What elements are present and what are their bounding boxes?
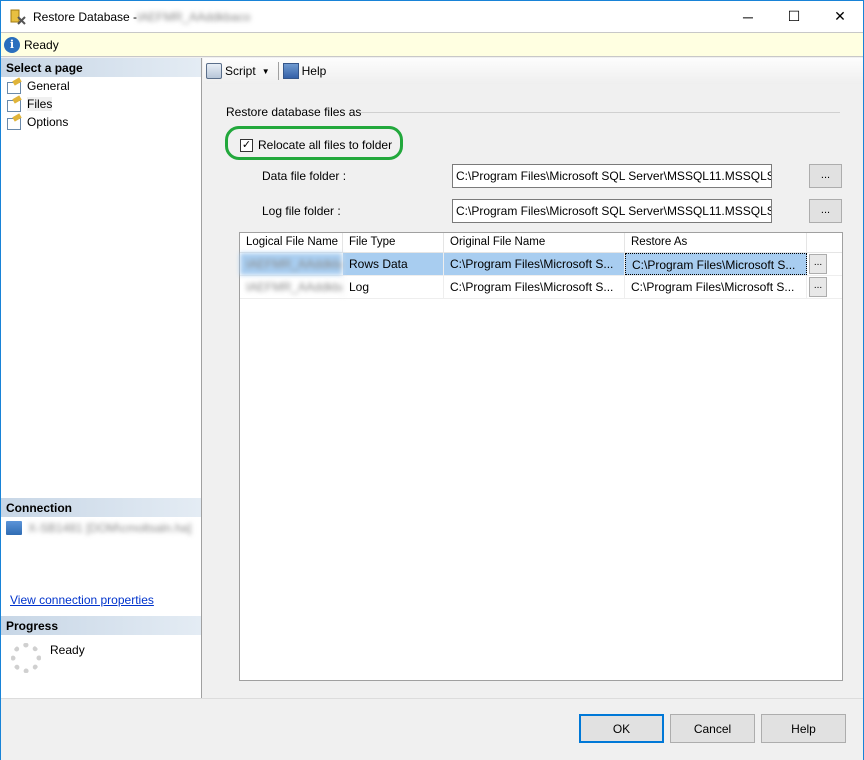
relocate-checkbox[interactable]: ✓ Relocate all files to folder [240, 138, 392, 152]
grid-header: Logical File Name File Type Original Fil… [240, 233, 842, 253]
restore-as-browse-button[interactable]: ... [809, 277, 827, 297]
maximize-button[interactable]: ☐ [771, 1, 817, 32]
dropdown-arrow-icon[interactable]: ▼ [262, 67, 270, 76]
files-page: Script ▼ Help Restore database files as ✓… [203, 58, 863, 698]
help-toolbar-button[interactable]: Help [282, 63, 327, 79]
restore-database-icon [10, 9, 26, 25]
file-type-cell: Rows Data [343, 253, 444, 275]
group-divider [360, 112, 840, 113]
group-label: Restore database files as [226, 105, 362, 119]
page-general[interactable]: General [1, 77, 201, 95]
page-icon [6, 97, 22, 112]
relocate-label: Relocate all files to folder [258, 138, 393, 152]
connection-header: Connection [1, 498, 201, 517]
progress-header: Progress [1, 616, 201, 635]
column-header[interactable]: Restore As [625, 233, 807, 252]
log-folder-input[interactable]: C:\Program Files\Microsoft SQL Server\MS… [452, 199, 772, 223]
script-icon [206, 63, 222, 79]
original-file-cell: C:\Program Files\Microsoft S... [444, 276, 625, 298]
toolbar-separator [277, 62, 279, 80]
data-folder-label: Data file folder : [262, 169, 347, 183]
page-label: Options [27, 115, 69, 129]
cancel-button[interactable]: Cancel [670, 714, 755, 743]
page-icon [6, 79, 22, 94]
data-folder-browse-button[interactable]: ... [809, 164, 842, 188]
column-header[interactable]: File Type [343, 233, 444, 252]
logical-name-cell: IAEFMR_AAddkbac [240, 253, 343, 275]
restore-as-cell[interactable]: C:\Program Files\Microsoft S... [625, 276, 807, 298]
restore-database-dialog: Restore Database - IAEFMR_AAddkbaco ─ ☐ … [0, 0, 864, 760]
help-icon [282, 63, 299, 79]
script-label: Script [225, 64, 256, 78]
title-bar: Restore Database - IAEFMR_AAddkbaco ─ ☐ … [1, 1, 863, 32]
help-button[interactable]: Help [761, 714, 846, 743]
help-label: Help [301, 64, 327, 78]
column-header[interactable]: Original File Name [444, 233, 625, 252]
ok-button[interactable]: OK [579, 714, 664, 743]
original-file-cell: C:\Program Files\Microsoft S... [444, 253, 625, 275]
toolbar: Script ▼ Help [203, 58, 863, 84]
connection-section: Connection X-SB1481 [DOM\cmoltsaln.ha] [1, 498, 201, 539]
table-row[interactable]: IAEFMR_AAddkbac Log C:\Program Files\Mic… [240, 276, 842, 299]
close-button[interactable]: ✕ [817, 1, 863, 32]
window-title: Restore Database - [33, 9, 138, 24]
server-connection-icon [6, 521, 22, 535]
progress-section: Progress Ready [1, 616, 201, 673]
status-bar: i Ready [1, 32, 863, 57]
progress-spinner-icon [11, 643, 41, 673]
restore-as-cell[interactable]: C:\Program Files\Microsoft S... [625, 253, 807, 275]
button-bar: OK Cancel Help [1, 698, 863, 760]
checkbox-checked-icon[interactable]: ✓ [240, 138, 253, 152]
page-options[interactable]: Options [1, 113, 201, 131]
database-name-redacted: IAEFMR_AAddkbaco [137, 9, 251, 24]
page-label: General [27, 79, 70, 93]
minimize-button[interactable]: ─ [725, 1, 771, 32]
logical-name-cell: IAEFMR_AAddkbac [240, 276, 343, 298]
left-panel: Select a page General Files Options Conn… [1, 58, 202, 698]
connection-name-redacted: X-SB1481 [DOM\cmoltsaln.ha] [28, 521, 192, 535]
data-folder-input[interactable]: C:\Program Files\Microsoft SQL Server\MS… [452, 164, 772, 188]
file-type-cell: Log [343, 276, 444, 298]
log-folder-label: Log file folder : [262, 204, 341, 218]
page-files[interactable]: Files [1, 95, 201, 113]
table-row[interactable]: IAEFMR_AAddkbac Rows Data C:\Program Fil… [240, 253, 842, 276]
files-grid: Logical File Name File Type Original Fil… [239, 232, 843, 681]
status-text: Ready [24, 37, 59, 52]
select-page-header: Select a page [1, 58, 201, 77]
info-icon: i [4, 36, 20, 53]
page-label: Files [27, 97, 53, 111]
script-button[interactable]: Script ▼ [206, 63, 270, 79]
log-folder-browse-button[interactable]: ... [809, 199, 842, 223]
view-connection-properties-link[interactable]: View connection properties [10, 593, 154, 607]
progress-status: Ready [50, 643, 85, 657]
restore-as-browse-button[interactable]: ... [809, 254, 827, 274]
page-icon [6, 115, 22, 130]
column-header[interactable]: Logical File Name [240, 233, 343, 252]
